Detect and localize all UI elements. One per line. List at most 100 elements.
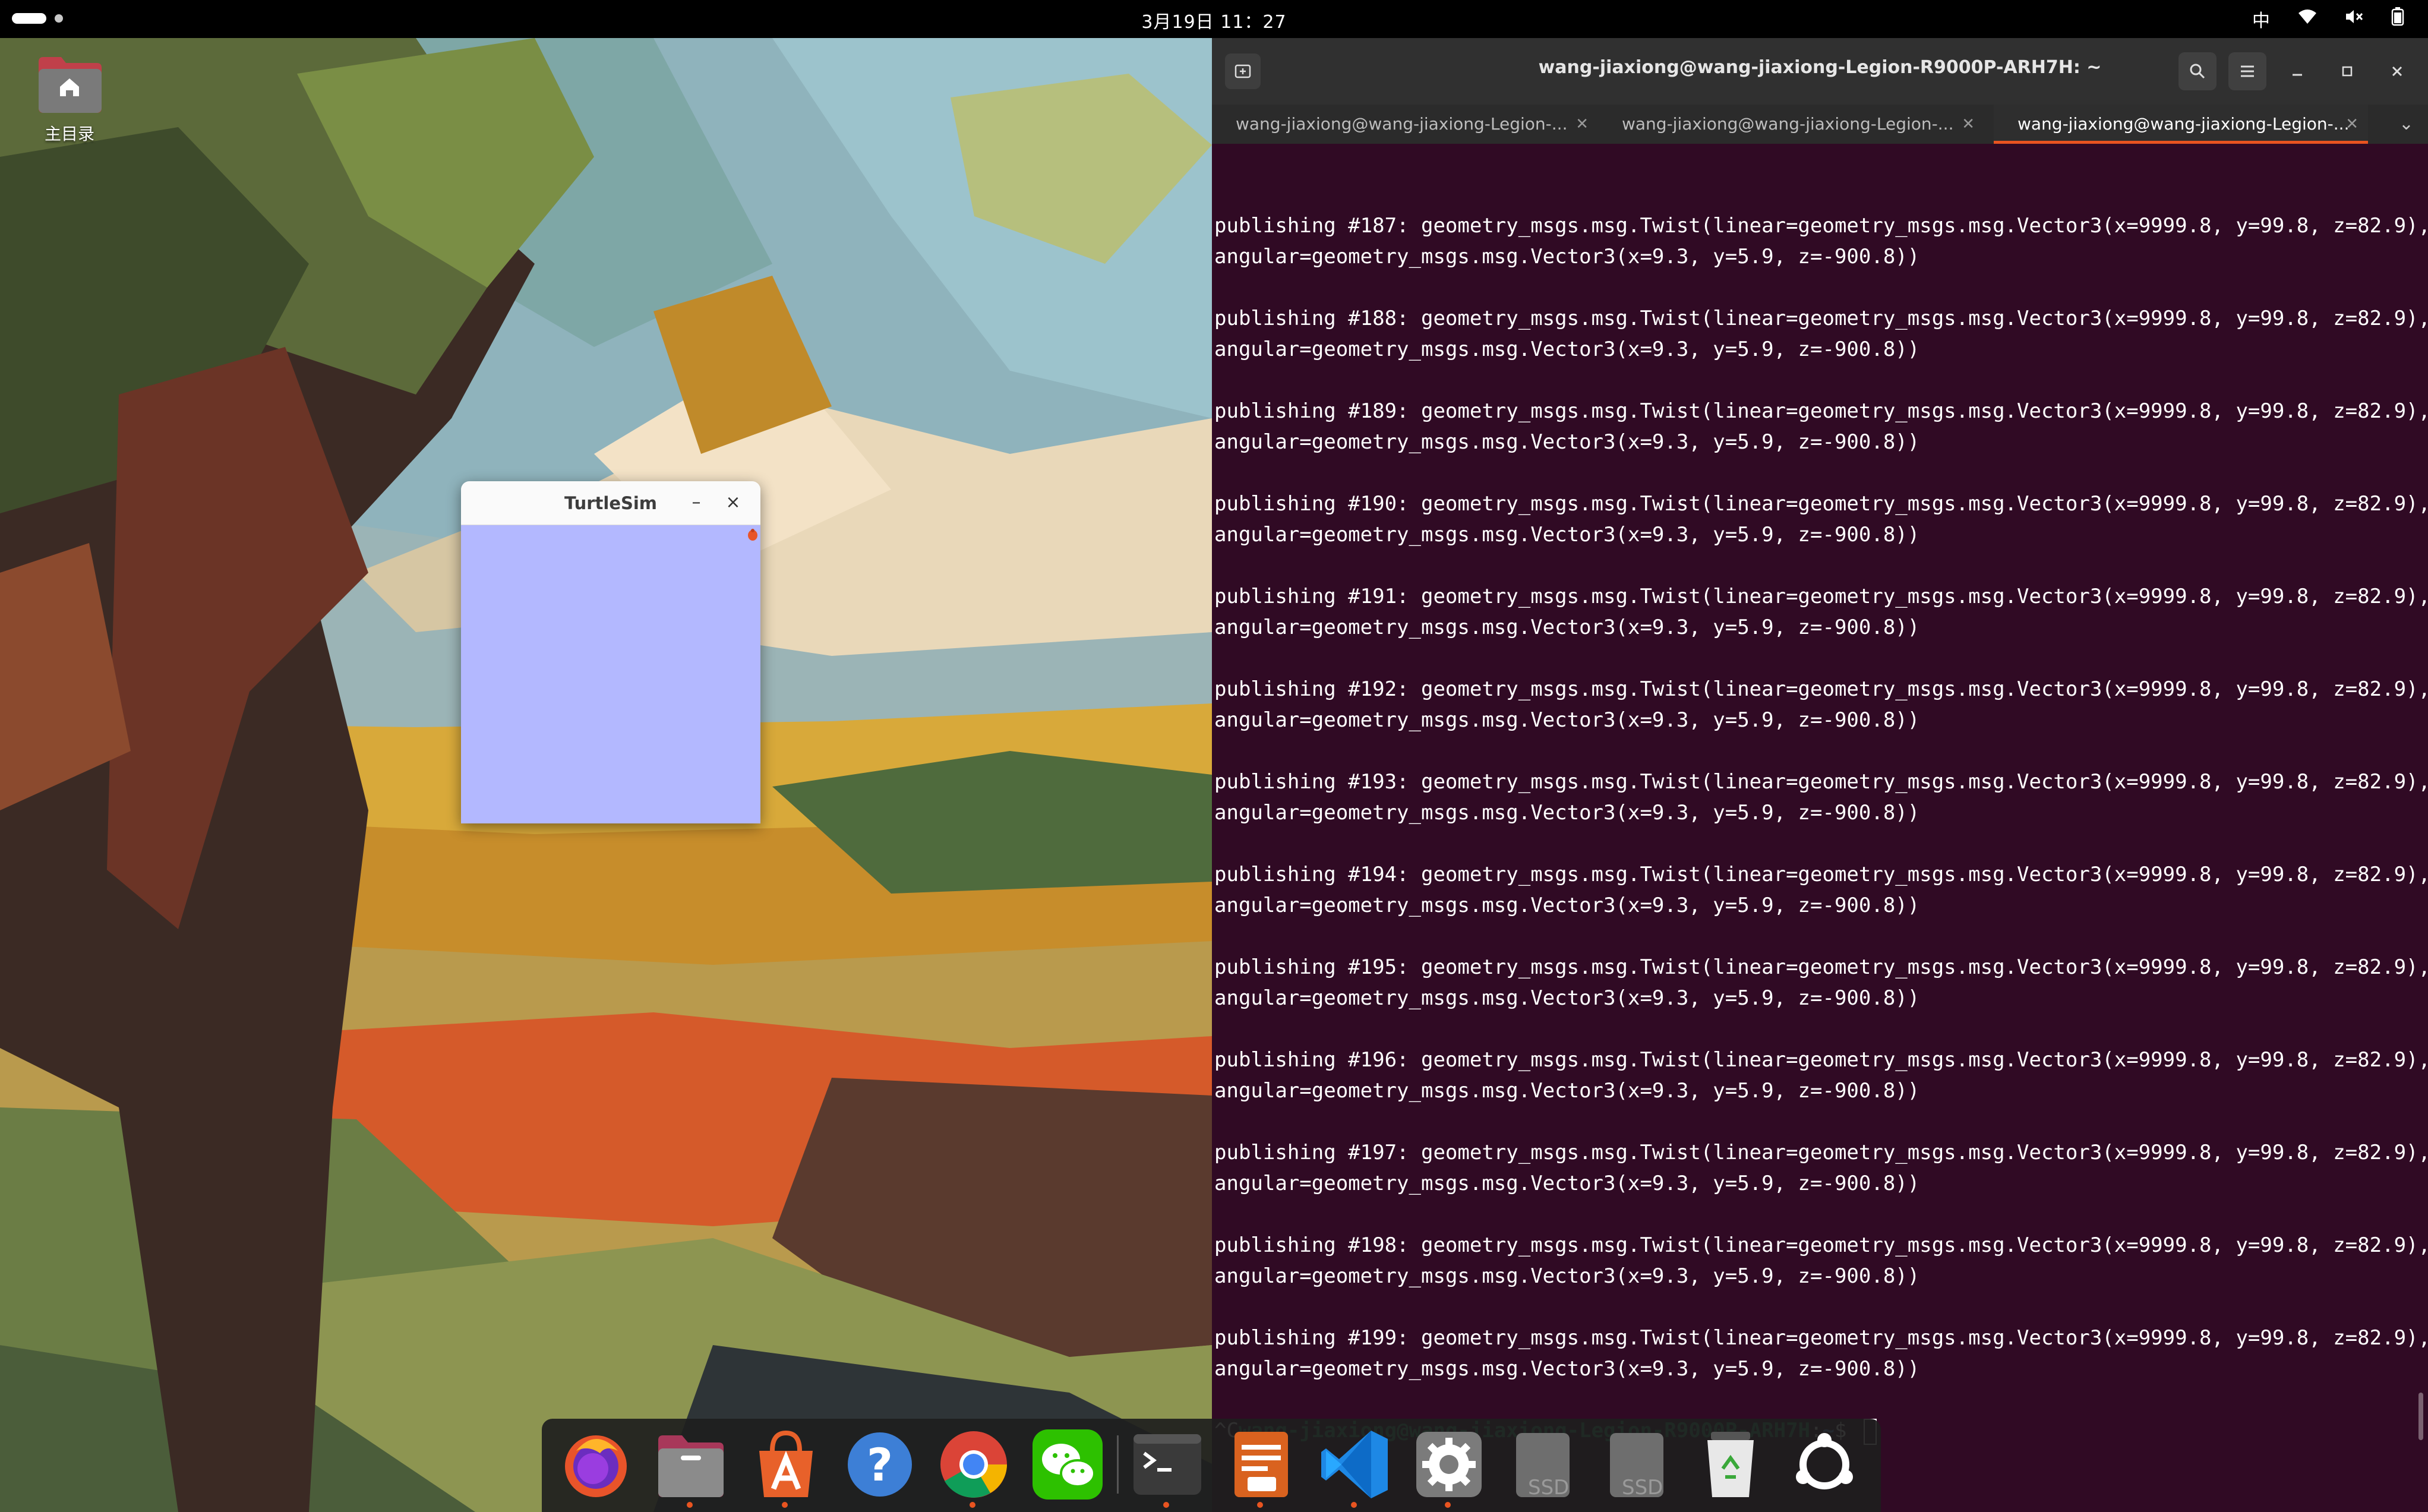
dock-item-show-apps[interactable] <box>1787 1427 1862 1502</box>
turtlesim-canvas <box>461 525 760 823</box>
folder-home-icon <box>35 55 104 114</box>
home-folder-desktop-icon[interactable]: 主目录 <box>31 55 108 145</box>
dock-item-terminal[interactable] <box>1130 1427 1205 1508</box>
close-button[interactable]: × <box>720 490 746 516</box>
clock[interactable]: 3月19日 11：27 <box>0 7 2428 33</box>
terminal-output-line: angular=geometry_msgs.msg.Vector3(x=9.3,… <box>1214 801 1920 825</box>
terminal-output-line: publishing #199: geometry_msgs.msg.Twist… <box>1214 1326 2428 1350</box>
terminal-output-line: angular=geometry_msgs.msg.Vector3(x=9.3,… <box>1214 337 1920 361</box>
show-apps-icon <box>1796 1433 1853 1489</box>
terminal-output-line: publishing #188: geometry_msgs.msg.Twist… <box>1214 307 2428 330</box>
wifi-icon[interactable] <box>2297 8 2318 30</box>
dock-item-chrome[interactable] <box>936 1427 1011 1508</box>
terminal-tab[interactable]: wang-jiaxiong@wang-jiaxiong-Legion-... ✕ <box>1212 105 1598 144</box>
dock-item-vscode[interactable] <box>1318 1427 1393 1508</box>
terminal-output-line: angular=geometry_msgs.msg.Vector3(x=9.3,… <box>1214 1079 1920 1103</box>
terminal-output-line: publishing #197: geometry_msgs.msg.Twist… <box>1214 1141 2428 1164</box>
dock: ? SSD SSD <box>542 1419 1881 1512</box>
terminal-output-line: angular=geometry_msgs.msg.Vector3(x=9.3,… <box>1214 986 1920 1010</box>
search-button[interactable] <box>2178 52 2217 90</box>
ssd-label: SSD <box>1622 1476 1663 1500</box>
terminal-output-line: angular=geometry_msgs.msg.Vector3(x=9.3,… <box>1214 1172 1920 1195</box>
terminal-output-line: angular=geometry_msgs.msg.Vector3(x=9.3,… <box>1214 708 1920 732</box>
firefox-icon <box>565 1435 627 1497</box>
terminal-window[interactable]: wang-jiaxiong@wang-jiaxiong-Legion-R9000… <box>1212 38 2428 1512</box>
terminal-output-line: publishing #194: geometry_msgs.msg.Twist… <box>1214 863 2428 886</box>
tab-label: wang-jiaxiong@wang-jiaxiong-Legion-... <box>1622 114 1954 134</box>
tab-label: wang-jiaxiong@wang-jiaxiong-Legion-... <box>2017 114 2350 134</box>
close-window-button[interactable] <box>2378 52 2416 90</box>
turtlesim-title: TurtleSim <box>564 493 658 513</box>
running-indicator <box>1163 1502 1169 1508</box>
terminal-output-line: publishing #193: geometry_msgs.msg.Twist… <box>1214 770 2428 794</box>
settings-icon <box>1416 1432 1482 1497</box>
trash-icon <box>1707 1432 1754 1497</box>
terminal-output-line: angular=geometry_msgs.msg.Vector3(x=9.3,… <box>1214 894 1920 917</box>
tab-close-icon[interactable]: ✕ <box>1575 105 1589 144</box>
turtlesim-titlebar[interactable]: TurtleSim – × <box>461 481 760 525</box>
tab-close-icon[interactable]: ✕ <box>2345 105 2358 141</box>
volume-muted-icon[interactable] <box>2345 8 2364 30</box>
home-folder-label: 主目录 <box>44 124 94 144</box>
dock-item-settings[interactable] <box>1412 1427 1486 1508</box>
terminal-output-line: angular=geometry_msgs.msg.Vector3(x=9.3,… <box>1214 245 1920 269</box>
dock-item-wechat[interactable] <box>1030 1427 1105 1502</box>
dock-item-ssd-drive[interactable]: SSD <box>1599 1427 1674 1502</box>
terminal-output-line: publishing #195: geometry_msgs.msg.Twist… <box>1214 955 2428 979</box>
dock-item-firefox[interactable] <box>558 1427 633 1502</box>
help-icon: ? <box>848 1432 912 1497</box>
tab-close-icon[interactable]: ✕ <box>1962 105 1975 144</box>
dock-item-help[interactable]: ? <box>842 1427 917 1502</box>
turtlesim-window[interactable]: TurtleSim – × <box>461 481 760 823</box>
running-indicator <box>1351 1502 1357 1508</box>
menu-button[interactable] <box>2228 52 2266 90</box>
terminal-tab-active[interactable]: wang-jiaxiong@wang-jiaxiong-Legion-... ✕ <box>1994 105 2368 144</box>
dock-item-ssd-drive[interactable]: SSD <box>1505 1427 1580 1502</box>
running-indicator <box>1257 1502 1263 1508</box>
files-icon <box>658 1435 724 1497</box>
search-icon <box>2190 64 2205 79</box>
maximize-window-button[interactable] <box>2328 52 2366 90</box>
terminal-output-line: publishing #192: geometry_msgs.msg.Twist… <box>1214 677 2428 701</box>
running-indicator <box>970 1502 975 1508</box>
svg-text:?: ? <box>867 1438 893 1491</box>
system-tray[interactable]: 中 <box>2252 6 2404 32</box>
terminal-scrollbar[interactable] <box>2418 1393 2423 1440</box>
dock-item-text-editor[interactable] <box>1224 1427 1299 1508</box>
ssd-label: SSD <box>1528 1476 1570 1500</box>
dock-item-trash[interactable] <box>1693 1427 1768 1502</box>
minimize-icon <box>2293 74 2302 76</box>
dock-item-app-center[interactable] <box>749 1427 823 1508</box>
terminal-output-line: angular=geometry_msgs.msg.Vector3(x=9.3,… <box>1214 615 1920 639</box>
terminal-output[interactable]: publishing #187: geometry_msgs.msg.Twist… <box>1212 144 2428 1510</box>
minimize-window-button[interactable] <box>2278 52 2316 90</box>
input-method-indicator[interactable]: 中 <box>2252 6 2270 32</box>
terminal-headerbar[interactable]: wang-jiaxiong@wang-jiaxiong-Legion-R9000… <box>1212 38 2428 105</box>
tab-list-chevron-down-icon[interactable]: ⌄ <box>2399 105 2414 144</box>
text-editor-icon <box>1234 1432 1288 1497</box>
terminal-output-line: angular=geometry_msgs.msg.Vector3(x=9.3,… <box>1214 430 1920 454</box>
turtle-icon <box>748 529 757 541</box>
terminal-output-line: angular=geometry_msgs.msg.Vector3(x=9.3,… <box>1214 523 1920 547</box>
terminal-output-line: publishing #189: geometry_msgs.msg.Twist… <box>1214 399 2428 423</box>
wechat-icon <box>1033 1429 1103 1500</box>
minimize-button[interactable]: – <box>683 490 709 516</box>
running-indicator <box>1445 1502 1451 1508</box>
terminal-tab[interactable]: wang-jiaxiong@wang-jiaxiong-Legion-... ✕ <box>1598 105 1984 144</box>
battery-icon[interactable] <box>2391 7 2404 31</box>
running-indicator <box>687 1502 693 1508</box>
terminal-tab-bar: wang-jiaxiong@wang-jiaxiong-Legion-... ✕… <box>1212 105 2428 144</box>
terminal-output-line: angular=geometry_msgs.msg.Vector3(x=9.3,… <box>1214 1264 1920 1288</box>
dock-separator <box>1117 1435 1119 1494</box>
dock-item-files[interactable] <box>653 1427 728 1508</box>
tab-label: wang-jiaxiong@wang-jiaxiong-Legion-... <box>1236 114 1568 134</box>
